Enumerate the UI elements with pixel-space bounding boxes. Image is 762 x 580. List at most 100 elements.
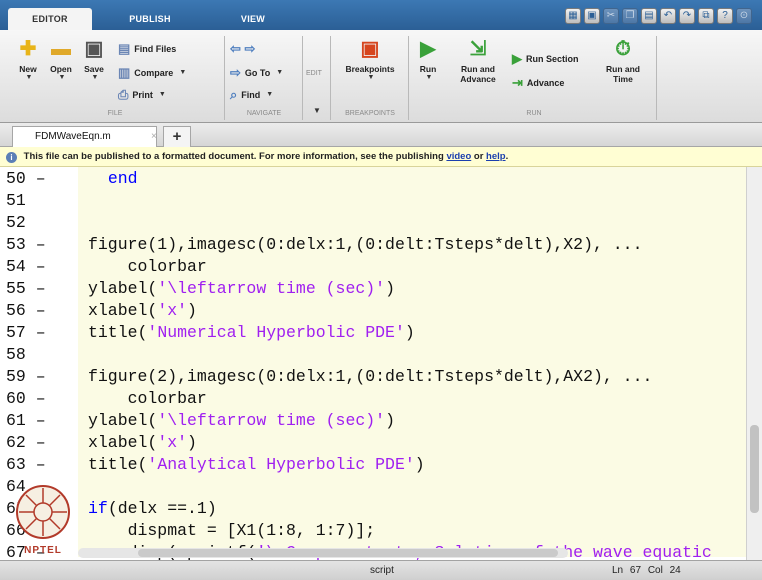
compare-button[interactable]: ▥ Compare ▼ <box>118 66 186 79</box>
navigate-arrows[interactable]: ⇦ ⇨ <box>230 42 255 55</box>
chevron-down-icon[interactable]: ▼ <box>313 106 321 115</box>
ln-value: 67 <box>629 565 642 576</box>
run-and-time-button[interactable]: ⏱ Run and Time <box>600 38 646 84</box>
breakpoints-button[interactable]: ▣ Breakpoints ▼ <box>338 38 402 81</box>
quick-access-toolbar: ▦ ▣ ✂ ❐ ▤ ↶ ↷ ⧉ ? ⊙ <box>565 8 752 26</box>
line-number[interactable]: 55 – <box>6 278 66 300</box>
code-line[interactable]: 64 <box>0 476 746 498</box>
line-number[interactable]: 52 <box>6 212 66 234</box>
code-text[interactable]: figure(2),imagesc(0:delx:1,(0:delt:Tstep… <box>88 366 652 388</box>
code-line[interactable]: 62 – xlabel('x') <box>0 432 746 454</box>
code-line[interactable]: 65 –if(delx ==.1) <box>0 498 746 520</box>
tab-publish[interactable]: PUBLISH <box>110 8 190 30</box>
line-number[interactable]: 63 – <box>6 454 66 476</box>
code-line[interactable]: 59 – figure(2),imagesc(0:delx:1,(0:delt:T… <box>0 366 746 388</box>
line-number[interactable]: 50 – <box>6 168 66 190</box>
code-line[interactable]: 55 – ylabel('\leftarrow time (sec)') <box>0 278 746 300</box>
code-text[interactable]: title('Numerical Hyperbolic PDE') <box>88 322 415 344</box>
tab-view[interactable]: VIEW <box>218 8 288 30</box>
horizontal-scrollbar[interactable] <box>78 548 568 558</box>
chevron-down-icon: ▼ <box>425 74 433 81</box>
run-section-button[interactable]: ▶ Run Section <box>512 52 579 65</box>
line-number[interactable]: 56 – <box>6 300 66 322</box>
line-number[interactable]: 53 – <box>6 234 66 256</box>
go-to-button[interactable]: ⇨ Go To ▼ <box>230 66 283 79</box>
edit-group-label[interactable]: EDIT <box>306 70 322 77</box>
code-line[interactable]: 51 <box>0 190 746 212</box>
code-line[interactable]: 54 – colorbar <box>0 256 746 278</box>
advance-button[interactable]: ⇥ Advance <box>512 76 564 89</box>
line-number[interactable]: 60 – <box>6 388 66 410</box>
line-number[interactable]: 61 – <box>6 410 66 432</box>
compare-label: Compare <box>134 67 174 78</box>
run-button[interactable]: ▶ Run ▼ <box>414 38 442 81</box>
help-link[interactable]: help <box>486 151 506 162</box>
new-tab-button[interactable]: + <box>163 126 191 147</box>
code-line[interactable]: 52 <box>0 212 746 234</box>
redo-icon[interactable]: ↷ <box>679 8 695 24</box>
line-number[interactable]: 58 <box>6 344 66 366</box>
undo-icon[interactable]: ↶ <box>660 8 676 24</box>
save-quick-icon[interactable]: ▣ <box>584 8 600 24</box>
dropdown-icon[interactable]: ⊙ <box>736 8 752 24</box>
cursor-position: Ln 67 Col 24 <box>612 565 681 576</box>
code-text[interactable]: ylabel('\leftarrow time (sec)') <box>88 278 395 300</box>
save-icon: ▣ <box>84 38 104 60</box>
code-line[interactable]: 61 – ylabel('\leftarrow time (sec)') <box>0 410 746 432</box>
line-number[interactable]: 62 – <box>6 432 66 454</box>
line-number[interactable]: 54 – <box>6 256 66 278</box>
code-text[interactable]: xlabel('x') <box>88 432 197 454</box>
code-line[interactable]: 58 <box>0 344 746 366</box>
nptel-text: NPTEL <box>24 545 62 556</box>
chevron-down-icon: ▼ <box>367 74 375 81</box>
editor-ribbon: ✚ New ▼ ▬ Open ▼ ▣ Save ▼ ▤ Find Files ▥… <box>0 30 762 123</box>
help-icon[interactable]: ? <box>717 8 733 24</box>
line-number[interactable]: 59 – <box>6 366 66 388</box>
code-text[interactable]: if(delx ==.1) <box>88 498 217 520</box>
run-advance-icon: ⇲ <box>469 38 487 60</box>
find-files-button[interactable]: ▤ Find Files <box>118 42 176 55</box>
code-text[interactable]: dispmat = [X1(1:8, 1:7)]; <box>88 520 376 542</box>
code-text[interactable]: xlabel('x') <box>88 300 197 322</box>
code-line[interactable]: 56 – xlabel('x') <box>0 300 746 322</box>
tab-editor[interactable]: EDITOR <box>8 8 92 30</box>
save-button[interactable]: ▣ Save ▼ <box>80 38 108 81</box>
cut-icon[interactable]: ✂ <box>603 8 619 24</box>
code-line[interactable]: 50 – end <box>0 168 746 190</box>
line-number[interactable]: 57 – <box>6 322 66 344</box>
video-link[interactable]: video <box>446 151 471 162</box>
breakpoints-group-label: BREAKPOINTS <box>345 110 395 117</box>
run-and-advance-button[interactable]: ⇲ Run and Advance <box>450 38 506 84</box>
code-line[interactable]: 63 – title('Analytical Hyperbolic PDE') <box>0 454 746 476</box>
code-text[interactable]: figure(1),imagesc(0:delx:1,(0:delt:Tstep… <box>88 234 643 256</box>
code-text[interactable]: end <box>88 168 138 190</box>
new-button[interactable]: ✚ New ▼ <box>14 38 42 81</box>
run-and-advance-label: Run and Advance <box>460 64 496 84</box>
copy-icon[interactable]: ❐ <box>622 8 638 24</box>
line-number[interactable]: 51 <box>6 190 66 212</box>
layout-icon[interactable]: ▦ <box>565 8 581 24</box>
code-editor[interactable]: 50 – end 51 52 53 – figure(1),imagesc(0:delx… <box>0 167 746 560</box>
close-icon[interactable]: × <box>151 131 157 142</box>
open-button[interactable]: ▬ Open ▼ <box>46 38 76 81</box>
code-line[interactable]: 53 – figure(1),imagesc(0:delx:1,(0:delt:T… <box>0 234 746 256</box>
vertical-scrollbar[interactable] <box>746 167 762 560</box>
code-text[interactable]: title('Analytical Hyperbolic PDE') <box>88 454 425 476</box>
horizontal-scroll-thumb[interactable] <box>138 549 558 557</box>
file-tab-fdmwaveeqn[interactable]: FDMWaveEqn.m × <box>12 126 157 147</box>
switch-windows-icon[interactable]: ⧉ <box>698 8 714 24</box>
code-line[interactable]: 66 – dispmat = [X1(1:8, 1:7)]; <box>0 520 746 542</box>
find-button[interactable]: ⌕ Find ▼ <box>230 88 273 101</box>
advance-icon: ⇥ <box>512 75 523 90</box>
breakpoints-icon: ▣ <box>360 38 380 60</box>
code-line[interactable]: 60 – colorbar <box>0 388 746 410</box>
vertical-scroll-thumb[interactable] <box>750 425 759 513</box>
go-to-icon: ⇨ <box>230 65 241 80</box>
code-line[interactable]: 57 – title('Numerical Hyperbolic PDE') <box>0 322 746 344</box>
chevron-down-icon: ▼ <box>276 69 284 76</box>
code-text[interactable]: colorbar <box>88 388 207 410</box>
paste-icon[interactable]: ▤ <box>641 8 657 24</box>
print-button[interactable]: ⎙ Print ▼ <box>118 88 166 101</box>
code-text[interactable]: colorbar <box>88 256 207 278</box>
code-text[interactable]: ylabel('\leftarrow time (sec)') <box>88 410 395 432</box>
